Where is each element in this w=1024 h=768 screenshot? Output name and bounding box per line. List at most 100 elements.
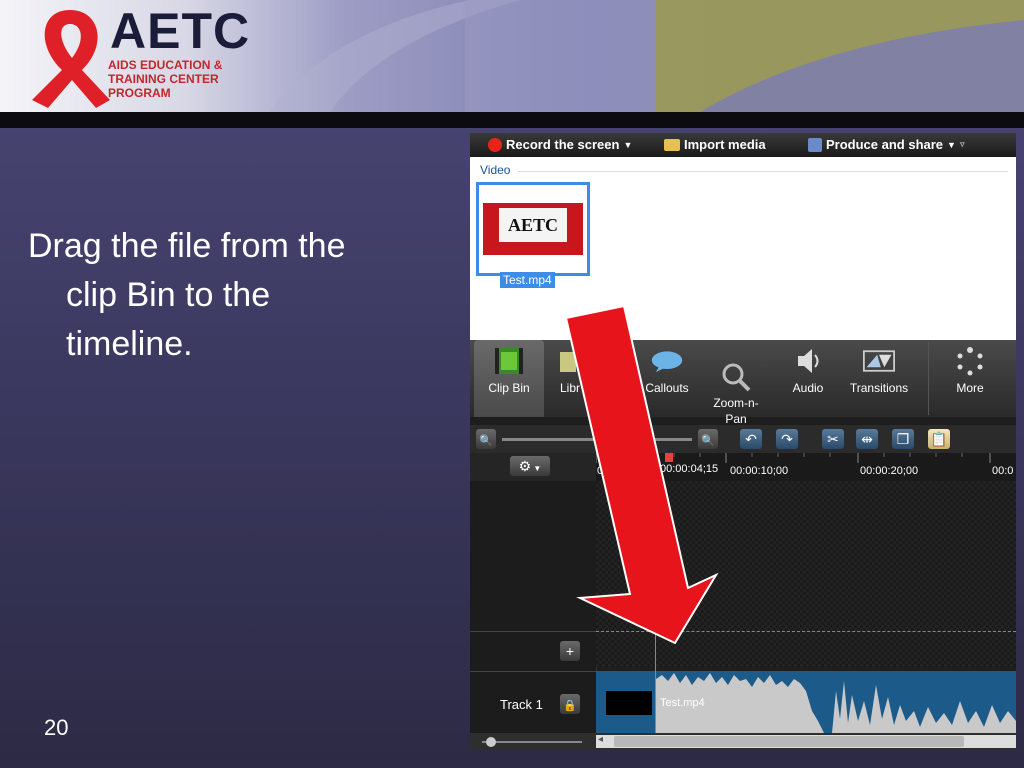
tab-label: Audio — [792, 381, 824, 395]
slide-instruction: Drag the file from the clip Bin to the t… — [28, 222, 428, 369]
tab-label: More — [956, 381, 984, 395]
chevron-down-icon: ▼ — [623, 139, 633, 150]
tab-library[interactable]: Libr — [550, 340, 590, 417]
chevron-down-icon: ▼ — [531, 464, 542, 473]
track-1-row[interactable]: Test.mp4 — [596, 671, 1016, 733]
video-section-label: Video — [480, 163, 511, 177]
library-icon — [560, 352, 576, 372]
instruction-line-1: Drag the file from the — [28, 227, 346, 265]
scrollbar-thumb[interactable] — [614, 736, 964, 747]
zoom-slider[interactable] — [502, 438, 692, 441]
split-icon: ⇹ — [861, 431, 873, 447]
playhead-line — [655, 453, 656, 733]
copy-button[interactable]: ❐ — [892, 429, 914, 449]
tab-more[interactable]: More — [940, 340, 1000, 417]
main-toolbar: Record the screen ▼ Import media Produce… — [470, 133, 1016, 157]
record-label: Record the screen — [506, 137, 620, 152]
camtasia-window: Record the screen ▼ Import media Produce… — [470, 133, 1016, 750]
speaker-icon — [798, 349, 819, 373]
audio-waveform — [656, 673, 1016, 733]
zoom-in-button[interactable]: 🔍 — [698, 429, 718, 449]
panel-divider — [470, 671, 596, 672]
playhead-time: 00:00:04;15 — [660, 463, 719, 475]
folder-icon — [664, 138, 680, 151]
track-height-slider[interactable] — [482, 741, 582, 743]
tab-separator — [928, 342, 929, 415]
timeline-settings-button[interactable]: ⚙ ▼ — [510, 456, 550, 476]
tab-label: Clip Bin — [488, 381, 530, 395]
add-track-button[interactable]: + — [560, 641, 580, 661]
redo-icon: ↷ — [781, 431, 793, 447]
clip-video-thumb — [606, 691, 652, 715]
clip-filename[interactable]: Test.mp4 — [500, 272, 555, 288]
zoom-out-button[interactable]: 🔍 — [476, 429, 496, 449]
produce-icon — [808, 137, 822, 152]
overflow-icon[interactable]: ▿ — [960, 139, 965, 150]
zoom-in-icon: 🔍 — [701, 435, 715, 447]
speech-bubble-icon — [651, 351, 683, 373]
cut-button[interactable]: ✂ — [822, 429, 844, 449]
timeline-clip-name[interactable]: Test.mp4 — [660, 697, 705, 709]
gear-icon: ⚙ — [518, 458, 532, 474]
copy-icon: ❐ — [896, 431, 910, 447]
scroll-left-icon[interactable]: ◂ — [598, 734, 603, 745]
tab-label: Transitions — [849, 381, 909, 395]
clip-bin-panel: Video AETC Test.mp4 — [470, 157, 1016, 340]
lock-icon: 🔒 — [563, 700, 577, 712]
ruler-tick-20: 00:00:20;00 — [860, 465, 919, 477]
tab-clip-bin[interactable]: Clip Bin — [474, 340, 544, 417]
import-label: Import media — [684, 137, 766, 152]
slide-number: 20 — [44, 715, 69, 740]
timeline-track-area[interactable] — [596, 481, 1016, 667]
undo-button[interactable]: ↶ — [740, 429, 762, 449]
timeline-ruler: ⚙ ▼ 0 00:00:04;15 00:00:10;00 00:00:20;0… — [470, 453, 1016, 481]
tab-label: Zoom-n- Pan — [713, 396, 759, 426]
horizontal-scrollbar[interactable]: ◂ — [596, 734, 1016, 748]
tab-zoom-n-pan[interactable]: Zoom-n- Pan — [704, 340, 768, 426]
ruler-tick-30: 00:0 — [992, 465, 1014, 477]
ruler-ticks — [596, 453, 991, 463]
paste-button[interactable]: 📋 — [928, 429, 950, 449]
section-divider — [518, 171, 1008, 172]
track-lock-button[interactable]: 🔒 — [560, 694, 580, 714]
redo-button[interactable]: ↷ — [776, 429, 798, 449]
tab-callouts[interactable]: Callouts — [636, 340, 698, 417]
timeline-bottom-bar: ◂ — [470, 733, 1016, 750]
split-button[interactable]: ⇹ — [856, 429, 878, 449]
chevron-down-icon: ▼ — [947, 139, 956, 150]
panel-divider — [470, 631, 596, 632]
plus-icon: + — [565, 643, 575, 659]
ruler-track[interactable]: 0 00:00:04;15 00:00:10;00 00:00:20;00 00… — [596, 453, 1016, 481]
track-name: Track 1 — [500, 697, 543, 712]
undo-icon: ↶ — [745, 431, 757, 447]
transitions-icon — [863, 350, 895, 372]
header-banner: AETC AIDS EDUCATION & TRAINING CENTER PR… — [0, 0, 1024, 112]
playhead-handle[interactable] — [665, 453, 673, 462]
ruler-start-label: 0 — [597, 465, 604, 477]
instruction-line-2: clip Bin to the — [66, 276, 271, 314]
more-icon — [957, 347, 983, 376]
import-media-button[interactable]: Import media — [664, 137, 766, 152]
clip-thumbnail[interactable]: AETC — [476, 182, 590, 276]
tab-label: Libr — [559, 381, 580, 395]
ruler-tick-10: 00:00:10;00 — [730, 465, 789, 477]
scissors-icon: ✂ — [827, 431, 839, 447]
magnifier-icon — [722, 363, 751, 392]
banner-divider — [0, 112, 1024, 128]
paste-icon: 📋 — [930, 431, 948, 447]
tab-transitions[interactable]: Transitions — [842, 340, 916, 417]
instruction-line-3: timeline. — [66, 325, 193, 363]
track-header-panel: + Track 1 🔒 — [470, 481, 597, 733]
film-icon — [495, 348, 523, 374]
timeline-toolbar: 🔍 🔍 ↶ ↷ ✂ ⇹ ❐ 📋 — [470, 425, 1016, 453]
tab-audio[interactable]: Audio — [780, 340, 836, 417]
produce-share-button[interactable]: Produce and share ▼ ▿ — [808, 137, 965, 152]
thumbnail-image: AETC — [483, 203, 583, 255]
tab-label: Callouts — [645, 381, 689, 395]
banner-decoration — [270, 0, 1024, 112]
record-screen-button[interactable]: Record the screen ▼ — [488, 137, 632, 152]
track-drop-line — [596, 631, 1016, 632]
thumbnail-logo-text: AETC — [499, 208, 567, 242]
zoom-out-icon: 🔍 — [479, 435, 493, 447]
slider-thumb[interactable] — [486, 737, 496, 747]
